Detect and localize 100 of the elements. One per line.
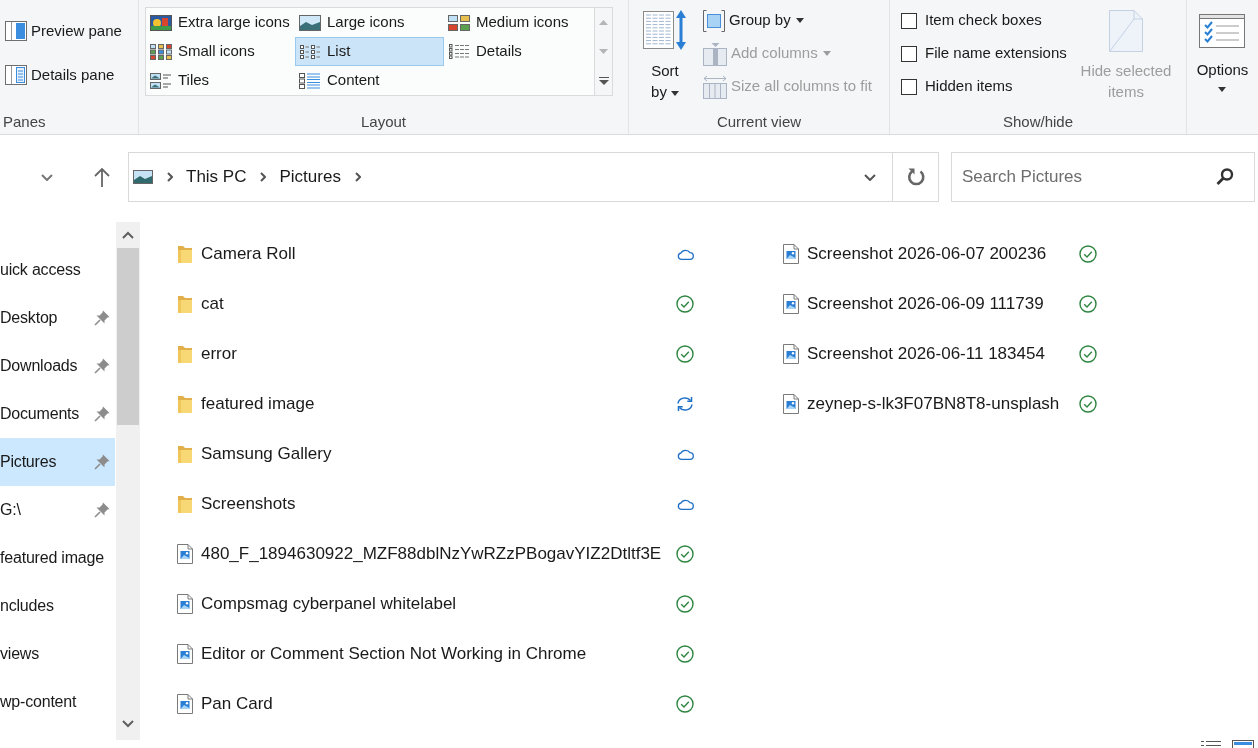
group-label: Current view <box>716 113 802 129</box>
picture-icon <box>133 170 153 184</box>
layout-option[interactable]: Small icons <box>146 37 295 66</box>
layout-option[interactable]: Large icons <box>295 8 444 37</box>
image-file-icon <box>783 394 799 414</box>
image-file-icon <box>783 344 799 364</box>
caret-icon <box>670 90 679 96</box>
layout-option[interactable]: Details <box>444 37 592 66</box>
file-name[interactable]: Camera Roll <box>201 241 666 267</box>
file-name[interactable]: Screenshot 2026-06-07 200236 <box>807 241 1069 267</box>
details-pane-icon <box>5 65 27 85</box>
triangle-up-icon <box>599 20 608 25</box>
chevron-down-icon <box>864 173 876 181</box>
layout-option[interactable]: List <box>295 37 444 66</box>
content-view-icon <box>299 72 321 89</box>
file-name[interactable]: Pan Card <box>201 691 666 717</box>
checkbox[interactable] <box>901 12 917 29</box>
image-file-icon <box>177 644 193 664</box>
group-label: Layout <box>360 113 406 129</box>
check-circle-icon <box>1079 295 1097 313</box>
folder-icon <box>177 494 193 514</box>
page-icon <box>1109 10 1143 52</box>
options-button[interactable]: Options <box>1192 14 1253 108</box>
file-name[interactable]: Compsmag cyberpanel whitelabel <box>201 591 666 617</box>
details-view-icon[interactable] <box>1200 739 1222 748</box>
sort-icon <box>643 9 687 51</box>
details-pane-button[interactable]: Details pane <box>4 63 138 87</box>
checkbox[interactable] <box>901 45 917 62</box>
group-by-button[interactable]: Group by <box>698 4 877 37</box>
breadcrumb-item[interactable]: Pictures <box>279 164 341 190</box>
folder-icon <box>177 344 193 364</box>
scrollbar-thumb[interactable] <box>117 248 139 425</box>
check-circle-icon <box>676 295 694 313</box>
nav-item[interactable]: Documents <box>0 390 115 438</box>
group-by-icon <box>703 9 725 32</box>
breadcrumb-item[interactable]: This PC <box>186 164 247 190</box>
file-name[interactable]: Samsung Gallery <box>201 441 666 467</box>
layout-option[interactable]: Extra large icons <box>146 8 295 37</box>
details-view-icon <box>448 43 470 60</box>
folder-icon <box>177 244 193 264</box>
nav-item[interactable]: ncludes <box>0 582 115 630</box>
extra-large-icons-view-icon <box>150 14 172 31</box>
file-name[interactable]: zeynep-s-lk3F07BN8T8-unsplash <box>807 391 1069 417</box>
nav-item[interactable]: views <box>0 630 115 678</box>
chevron-down-icon <box>41 173 53 181</box>
search-field[interactable]: Search Pictures <box>951 152 1255 202</box>
checkbox-option[interactable]: Hidden items <box>901 70 1067 103</box>
tiles-view-icon <box>150 72 172 89</box>
search-icon <box>1216 168 1234 186</box>
check-circle-icon <box>676 595 694 613</box>
folder-icon <box>177 444 193 464</box>
file-name[interactable]: Screenshots <box>201 491 666 517</box>
check-circle-icon <box>1079 345 1097 363</box>
caret-icon <box>1218 87 1227 92</box>
check-circle-icon <box>676 645 694 663</box>
file-name[interactable]: cat <box>201 291 666 317</box>
chevron-right-icon[interactable] <box>167 172 173 182</box>
chevron-down-icon <box>122 719 134 728</box>
file-name[interactable]: error <box>201 341 666 367</box>
size-columns-icon <box>703 74 727 99</box>
checkbox-option[interactable]: Item check boxes <box>901 4 1067 37</box>
file-name[interactable]: Editor or Comment Section Not Working in Chrome <box>201 641 666 667</box>
chevron-up-icon <box>122 231 134 239</box>
file-name[interactable]: 480_F_1894630922_MZF88dblNzYwRZzPBogavYIZ2Dtltf3E <box>201 541 666 567</box>
address-bar[interactable]: This PC Pictures <box>128 152 939 202</box>
preview-pane-button[interactable]: Preview pane <box>4 19 138 43</box>
folder-icon <box>177 294 193 314</box>
file-name[interactable]: featured image <box>201 391 666 417</box>
group-label: Panes <box>3 113 46 129</box>
large-icons-view-icon[interactable] <box>1232 739 1254 748</box>
nav-item[interactable]: Downloads <box>0 342 115 390</box>
check-circle-icon <box>676 345 694 363</box>
file-name[interactable]: Screenshot 2026-06-11 183454 <box>807 341 1069 367</box>
expand-icon <box>598 76 609 85</box>
chevron-right-icon[interactable] <box>260 172 267 182</box>
nav-item[interactable]: Pictures <box>0 438 115 486</box>
sync-arrows-icon <box>676 396 694 412</box>
checkbox[interactable] <box>901 78 917 95</box>
add-columns-icon <box>703 41 727 66</box>
layout-option[interactable]: Tiles <box>146 66 295 95</box>
image-file-icon <box>177 694 193 714</box>
nav-item[interactable]: Desktop <box>0 294 115 342</box>
nav-item[interactable]: featured image <box>0 534 115 582</box>
file-name[interactable]: Screenshot 2026-06-09 111739 <box>807 291 1069 317</box>
nav-item[interactable]: wp-content <box>0 678 115 726</box>
check-circle-icon <box>676 695 694 713</box>
checkbox-option[interactable]: File name extensions <box>901 37 1067 70</box>
layout-option[interactable]: Medium icons <box>444 8 592 37</box>
medium-icons-view-icon <box>448 14 470 31</box>
image-file-icon <box>783 244 799 264</box>
chevron-right-icon[interactable] <box>354 172 361 182</box>
layout-option[interactable]: Content <box>295 66 444 95</box>
cloud-icon <box>676 498 694 510</box>
refresh-icon <box>906 168 925 186</box>
nav-item[interactable]: uick access <box>0 246 115 294</box>
group-label: Show/hide <box>1002 113 1074 129</box>
triangle-down-icon <box>599 49 608 54</box>
sort-by-button[interactable]: Sort by <box>638 4 692 102</box>
nav-item[interactable]: G:\ <box>0 486 115 534</box>
check-circle-icon <box>1079 395 1097 413</box>
